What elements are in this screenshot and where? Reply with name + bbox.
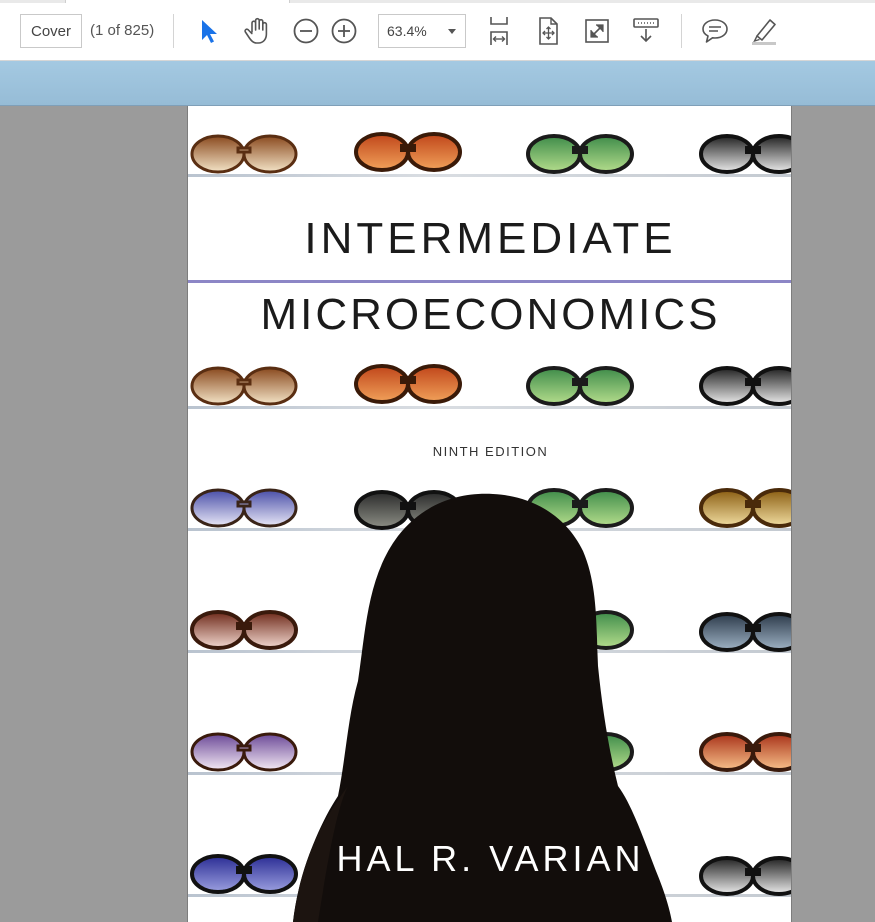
highlight-icon bbox=[752, 19, 776, 45]
tab-strip bbox=[0, 0, 875, 3]
read-mode-icon bbox=[633, 18, 659, 43]
zoom-in-button[interactable] bbox=[326, 13, 362, 49]
fullscreen-button[interactable] bbox=[579, 13, 615, 49]
zoom-out-icon bbox=[293, 18, 319, 44]
hand-tool-button[interactable] bbox=[239, 13, 275, 49]
hand-icon bbox=[244, 17, 268, 44]
zoom-in-icon bbox=[331, 18, 357, 44]
toolbar-separator bbox=[681, 14, 682, 48]
comment-button[interactable] bbox=[697, 13, 733, 49]
page-count-label: (1 of 825) bbox=[90, 22, 155, 39]
select-tool-button[interactable] bbox=[190, 13, 226, 49]
highlight-button[interactable] bbox=[746, 13, 782, 49]
page-number-input[interactable]: Cover bbox=[20, 14, 82, 48]
select-arrow-icon bbox=[202, 20, 217, 43]
zoom-level-value: 63.4% bbox=[387, 23, 427, 39]
comment-icon bbox=[702, 19, 728, 43]
fit-page-icon bbox=[490, 17, 508, 45]
cover-author: HAL R. VARIAN bbox=[336, 838, 645, 879]
document-page[interactable]: INTERMEDIATE MICROECONOMICS NINTH EDITIO… bbox=[187, 106, 792, 922]
zoom-level-select[interactable]: 63.4% bbox=[378, 14, 466, 48]
active-tab[interactable] bbox=[65, 0, 290, 3]
chevron-down-icon bbox=[448, 29, 456, 34]
document-message-bar bbox=[0, 61, 875, 106]
fit-page-button[interactable] bbox=[481, 13, 517, 49]
read-mode-button[interactable] bbox=[628, 13, 664, 49]
rotate-page-icon bbox=[539, 17, 558, 45]
toolbar-separator bbox=[173, 14, 174, 48]
rotate-page-button[interactable] bbox=[530, 13, 566, 49]
zoom-out-button[interactable] bbox=[288, 13, 324, 49]
fullscreen-icon bbox=[585, 19, 609, 43]
viewer-toolbar: Cover (1 of 825) 63.4% bbox=[0, 0, 875, 61]
woman-silhouette-image bbox=[293, 493, 672, 922]
